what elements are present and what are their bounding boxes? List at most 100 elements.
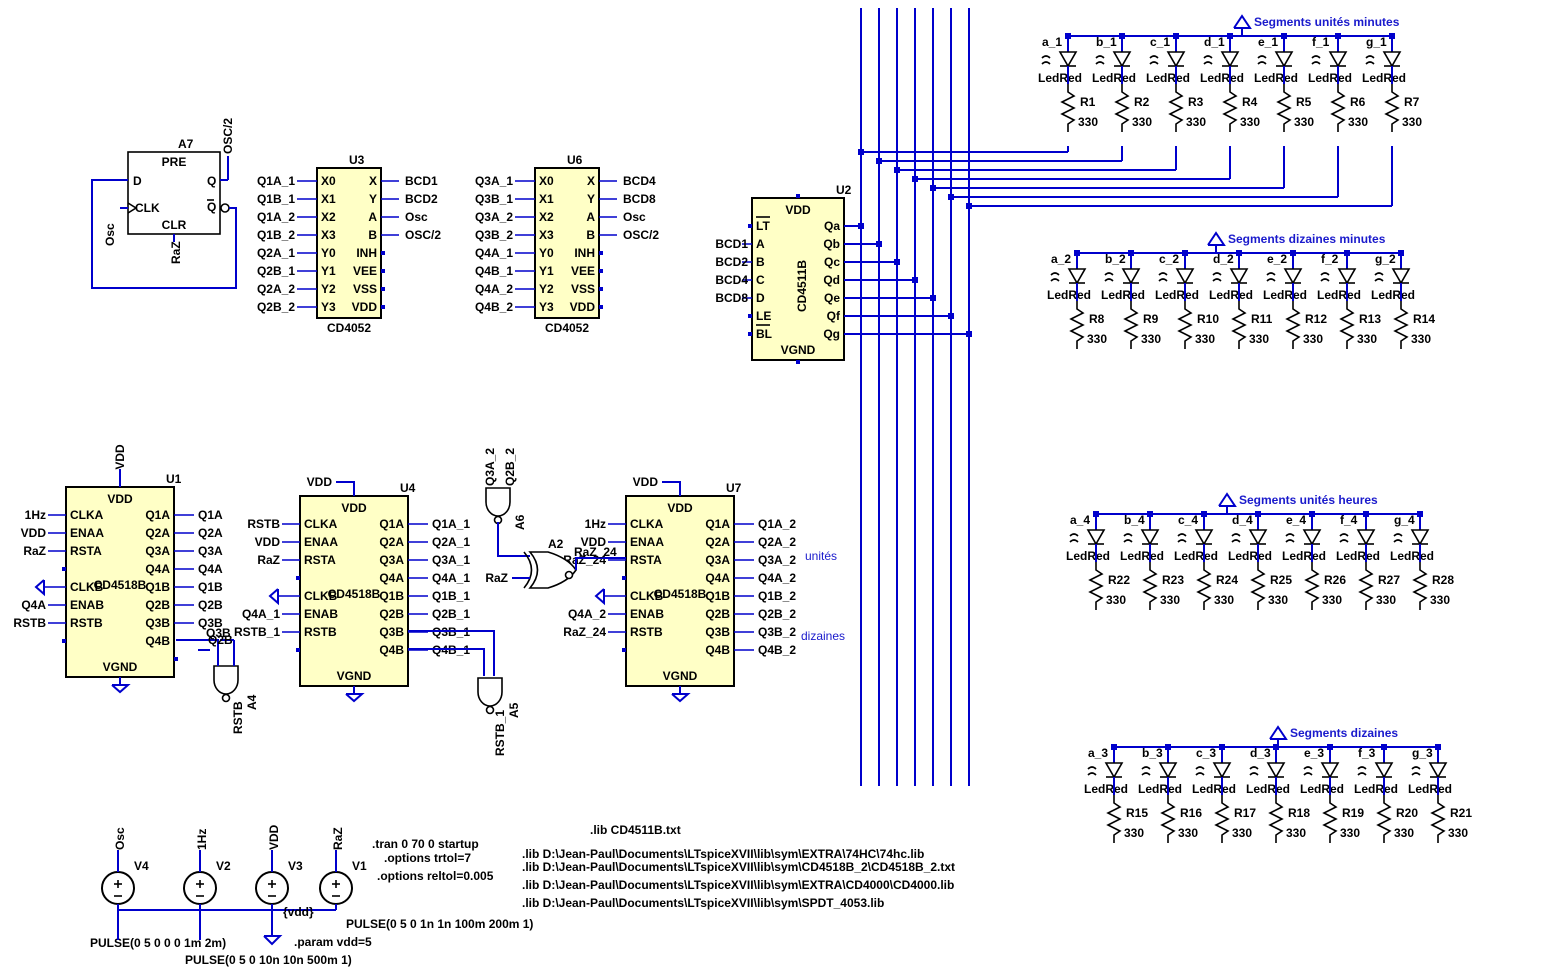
resistor-R13[interactable]: R13330: [1339, 301, 1381, 349]
pin-label: VSS: [353, 282, 377, 296]
led-c_1[interactable]: c_1 LedRed: [1146, 35, 1190, 85]
led-e_1[interactable]: e_1 LedRed: [1254, 35, 1298, 85]
ref-label: V1: [352, 859, 367, 873]
resistor-R22[interactable]: R22330: [1088, 562, 1130, 610]
pin-label: VDD: [570, 300, 596, 314]
resistor-R21[interactable]: R21330: [1430, 795, 1472, 843]
led-e_2[interactable]: e_2 LedRed: [1263, 252, 1307, 302]
resistor-R25[interactable]: R25330: [1250, 562, 1292, 610]
resistor-R7[interactable]: R7330: [1384, 84, 1422, 132]
resistor-R9[interactable]: R9330: [1123, 301, 1161, 349]
resistor-R10[interactable]: R10330: [1177, 301, 1219, 349]
chip-u2[interactable]: U2 VDD VGND CD4511B LT Qa A BCD1 Qb B BCD2 Qc C BCD4 Q…: [715, 183, 852, 364]
led-a_3[interactable]: a_3 LedRed: [1084, 746, 1128, 796]
led-b_1[interactable]: b_1 LedRed: [1092, 35, 1136, 85]
resistor-R24[interactable]: R24330: [1196, 562, 1238, 610]
led-g_1[interactable]: g_1 LedRed: [1362, 35, 1406, 85]
led-c_2[interactable]: c_2 LedRed: [1155, 252, 1199, 302]
pin-label: CLKB: [70, 580, 104, 594]
schematic-canvas[interactable]: A7 PRE D QQ CLKCLR OSC/2 Osc RaZ U3 CD4052 Q1A_1 X0…: [0, 0, 1555, 976]
resistor-R20[interactable]: R20330: [1376, 795, 1418, 843]
segment-bank-3[interactable]: Segments dizaines a_3LedRedR15330b_3LedRe…: [1084, 725, 1472, 843]
led-ref: g_2: [1375, 252, 1396, 266]
segment-bank-1[interactable]: Segments dizaines minutesa_2LedRedR8330b…: [1047, 231, 1435, 349]
resistor-R2[interactable]: R2330: [1114, 84, 1152, 132]
led-a_2[interactable]: a_2 LedRed: [1047, 252, 1091, 302]
pin-label: Q4B: [145, 634, 170, 648]
resistor-R12[interactable]: R12330: [1285, 301, 1327, 349]
source-V3[interactable]: VDD V3: [255, 824, 303, 910]
led-f_2[interactable]: f_2 LedRed: [1317, 252, 1361, 302]
chip-u7[interactable]: U7VDDVGNDCD4518BCLKA Q1A1Hz Q1A_2ENAA Q2AVD…: [563, 475, 796, 703]
resistor-R6[interactable]: R6330: [1330, 84, 1368, 132]
res-ref: R15: [1126, 806, 1148, 820]
chip-u1[interactable]: U1VDDVGNDCD4518BCLKA Q1A1Hz Q1AENAA Q2AVDD Q…: [13, 444, 223, 694]
resistor-R23[interactable]: R23330: [1142, 562, 1184, 610]
resistor-R26[interactable]: R26330: [1304, 562, 1346, 610]
led-a_4[interactable]: a_4 LedRed: [1066, 513, 1110, 563]
resistor-R15[interactable]: R15330: [1106, 795, 1148, 843]
res-value: 330: [1303, 332, 1323, 346]
resistor-R14[interactable]: R14330: [1393, 301, 1435, 349]
led-f_3[interactable]: f_3 LedRed: [1354, 746, 1398, 796]
led-e_4[interactable]: e_4 LedRed: [1282, 513, 1326, 563]
led-a_1[interactable]: a_1 LedRed: [1038, 35, 1082, 85]
net-label: RSTB: [231, 701, 245, 734]
led-c_4[interactable]: c_4 LedRed: [1174, 513, 1218, 563]
resistor-R5[interactable]: R5330: [1276, 84, 1314, 132]
res-value: 330: [1268, 593, 1288, 607]
chip-u4[interactable]: U4VDDVGNDCD4518BCLKA Q1ARSTB Q1A_1ENAA Q2AV…: [234, 475, 470, 703]
chip-u3[interactable]: U3 CD4052 Q1A_1 X0 X BCD1 Q1B_1 X1 Y BCD2 Q1A_2 X2 A…: [257, 153, 441, 335]
res-ref: R27: [1378, 573, 1400, 587]
resistor-R4[interactable]: R4330: [1222, 84, 1260, 132]
chip-u6[interactable]: U6 CD4052 Q3A_1 X0 X BCD4 Q3B_1 X1 Y BCD8 Q3A_2 X2 A…: [475, 153, 659, 335]
resistor-R18[interactable]: R18330: [1268, 795, 1310, 843]
gate-a4[interactable]: Q2BQ3BA4RSTB: [176, 626, 259, 734]
led-e_3[interactable]: e_3 LedRed: [1300, 746, 1344, 796]
nand-a6-symbol[interactable]: [485, 487, 511, 525]
resistor-R19[interactable]: R19330: [1322, 795, 1364, 843]
led-ref: e_1: [1258, 35, 1278, 49]
led-b_3[interactable]: b_3 LedRed: [1138, 746, 1182, 796]
led-g_3[interactable]: g_3 LedRed: [1408, 746, 1452, 796]
led-f_1[interactable]: f_1 LedRed: [1308, 35, 1352, 85]
led-g_4[interactable]: g_4 LedRed: [1390, 513, 1434, 563]
junction-dot: [966, 331, 972, 337]
nand-a4-symbol[interactable]: [213, 665, 239, 703]
source-value: {vdd}: [283, 905, 314, 919]
gate-a5[interactable]: A5RSTB_1: [408, 630, 521, 756]
led-b_4[interactable]: b_4 LedRed: [1120, 513, 1164, 563]
res-ref: R1: [1080, 95, 1096, 109]
pin-label: Q4A: [379, 571, 404, 585]
led-b_2[interactable]: b_2 LedRed: [1101, 252, 1145, 302]
led-d_3[interactable]: d_3 LedRed: [1246, 746, 1290, 796]
pin-label: Q1A: [379, 517, 404, 531]
led-g_2[interactable]: g_2 LedRed: [1371, 252, 1415, 302]
resistor-R11[interactable]: R11330: [1231, 301, 1273, 349]
segment-bank-0[interactable]: Segments unités minutesa_1LedRedR1330b_1…: [1038, 14, 1422, 132]
resistor-R16[interactable]: R16330: [1160, 795, 1202, 843]
source-V2[interactable]: 1Hz V2: [183, 829, 231, 910]
resistor-R1[interactable]: R1330: [1060, 84, 1098, 132]
gate-a6[interactable]: Q3A_2 Q2B_2 A6: [483, 448, 530, 557]
resistor-R27[interactable]: R27330: [1358, 562, 1400, 610]
led-d_2[interactable]: d_2 LedRed: [1209, 252, 1253, 302]
resistor-R28[interactable]: R28330: [1412, 562, 1454, 610]
resistor-R3[interactable]: R3330: [1168, 84, 1206, 132]
pin-end: [62, 567, 66, 571]
resistor-R8[interactable]: R8330: [1069, 301, 1107, 349]
nand-a5-symbol[interactable]: [477, 677, 503, 715]
led-f_4[interactable]: f_4 LedRed: [1336, 513, 1380, 563]
flipflop-a7[interactable]: A7 PRE D QQ CLKCLR OSC/2 Osc RaZ: [91, 118, 237, 289]
source-V1[interactable]: RaZ V1: [319, 827, 367, 910]
led-d_1[interactable]: d_1 LedRed: [1200, 35, 1244, 85]
resistor-R17[interactable]: R17330: [1214, 795, 1256, 843]
bank-title: Segments dizaines: [1290, 726, 1398, 740]
led-c_3[interactable]: c_3 LedRed: [1192, 746, 1236, 796]
segment-bank-2[interactable]: Segments unités heuresa_4LedRedR22330b_4…: [1066, 492, 1454, 610]
led-d_4[interactable]: d_4 LedRed: [1228, 513, 1272, 563]
source-V4[interactable]: Osc V4: [101, 827, 149, 910]
pin-label: BL: [756, 327, 772, 341]
net-label: Q1A_1: [432, 517, 470, 531]
led-model: LedRed: [1209, 288, 1253, 302]
